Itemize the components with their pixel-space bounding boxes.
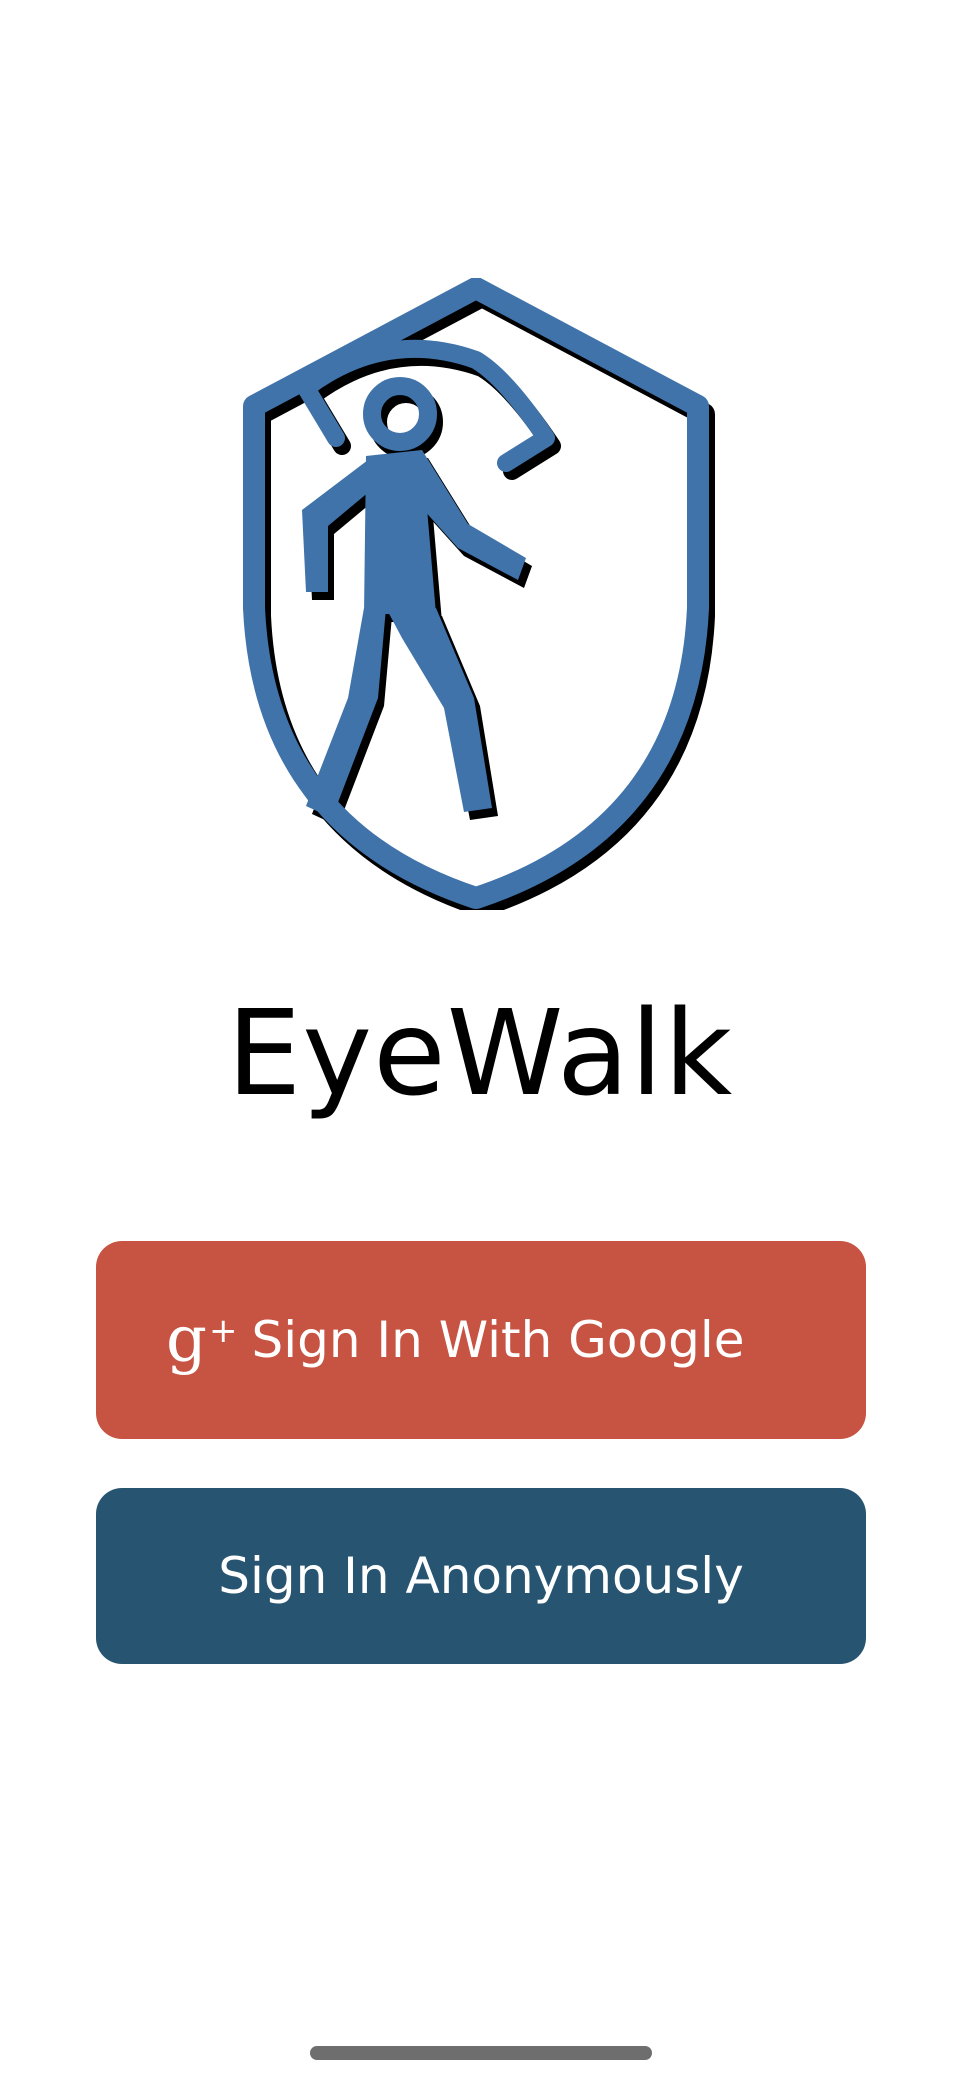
app-title: EyeWalk (226, 984, 734, 1122)
sign-in-anonymously-button[interactable]: Sign In Anonymously (96, 1488, 866, 1664)
home-indicator[interactable] (310, 2046, 652, 2060)
sign-in-google-label: Sign In With Google (251, 1311, 745, 1369)
sign-in-anonymously-label: Sign In Anonymously (218, 1547, 744, 1605)
google-plus-icon: g + (166, 1303, 238, 1377)
sign-in-google-button[interactable]: g + Sign In With Google (96, 1241, 866, 1439)
eyewalk-logo-icon (236, 278, 722, 910)
